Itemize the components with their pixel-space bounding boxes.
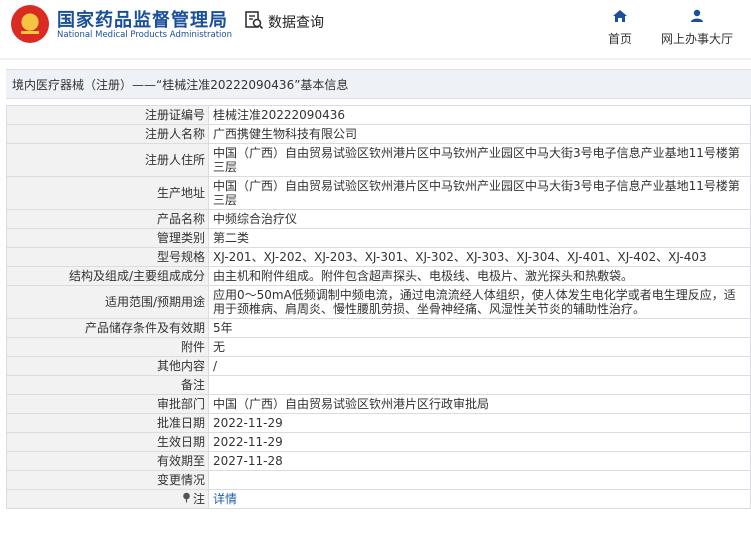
table-row: 产品储存条件及有效期 5年 [6,318,751,338]
table-row: 注册人住所 中国（广西）自由贸易试验区钦州港片区中马钦州产业园区中马大街3号电子… [6,143,751,177]
detail-table: 注册证编号 桂械注准20222090436 注册人名称 广西携健生物科技有限公司… [6,105,751,509]
row-label: 结构及组成/主要组成成分 [6,266,209,286]
row-value: 应用0～50mA低频调制中频电流，通过电流流经人体组织，使人体发生电化学或者电生… [208,285,751,319]
record-title: 境内医疗器械（注册）——“桂械注准20222090436”基本信息 [12,77,349,92]
row-label: 型号规格 [6,247,209,267]
table-row: 注册证编号 桂械注准20222090436 [6,105,751,125]
nav-online-service[interactable]: 网上办事大厅 [652,8,742,47]
row-value [208,375,751,395]
row-label: 适用范围/预期用途 [6,285,209,319]
row-label: 管理类别 [6,228,209,248]
row-label: 批准日期 [6,413,209,433]
table-row: 审批部门 中国（广西）自由贸易试验区钦州港片区行政审批局 [6,394,751,414]
row-label: 附件 [6,337,209,357]
row-value: 中国（广西）自由贸易试验区钦州港片区中马钦州产业园区中马大街3号电子信息产业基地… [208,143,751,177]
row-label: 注册人住所 [6,143,209,177]
row-value: 中国（广西）自由贸易试验区钦州港片区中马钦州产业园区中马大街3号电子信息产业基地… [208,176,751,210]
row-label: 有效期至 [6,451,209,471]
table-row: 注册人名称 广西携健生物科技有限公司 [6,124,751,144]
note-label-text: 注 [192,492,205,506]
site-name-cn[interactable]: 国家药品监督管理局 [57,6,228,32]
table-row: 产品名称 中频综合治疗仪 [6,209,751,229]
row-label: 产品储存条件及有效期 [6,318,209,338]
header-divider [0,58,751,60]
table-row: 注 详情 [6,489,751,509]
row-label: 产品名称 [6,209,209,229]
data-query-label: 数据查询 [268,15,324,31]
row-value: 2022-11-29 [208,413,751,433]
data-query-link[interactable]: 数据查询 [244,11,324,33]
row-label: 审批部门 [6,394,209,414]
row-value: 桂械注准20222090436 [208,105,751,125]
table-row: 变更情况 [6,470,751,490]
nav-home-label: 首页 [607,32,632,46]
detail-table-container: 注册证编号 桂械注准20222090436 注册人名称 广西携健生物科技有限公司… [6,105,751,509]
row-value: 广西携健生物科技有限公司 [208,124,751,144]
user-icon [689,8,705,27]
table-row: 管理类别 第二类 [6,228,751,248]
row-value: XJ-201、XJ-202、XJ-203、XJ-301、XJ-302、XJ-30… [208,247,751,267]
note-label-wrap: 注 [182,492,205,506]
table-row: 附件 无 [6,337,751,357]
row-value: 无 [208,337,751,357]
row-value: 2022-11-29 [208,432,751,452]
table-row: 有效期至 2027-11-28 [6,451,751,471]
national-emblem-logo [11,5,49,43]
table-row: 生产地址 中国（广西）自由贸易试验区钦州港片区中马钦州产业园区中马大街3号电子信… [6,176,751,210]
row-value: 由主机和附件组成。附件包含超声探头、电极线、电极片、激光探头和热敷袋。 [208,266,751,286]
record-title-bar: 境内医疗器械（注册）——“桂械注准20222090436”基本信息 [6,69,751,99]
row-value: 详情 [208,489,751,509]
row-value: / [208,356,751,376]
row-label: 注册证编号 [6,105,209,125]
row-label: 生效日期 [6,432,209,452]
row-value: 5年 [208,318,751,338]
row-label: 备注 [6,375,209,395]
row-label: 变更情况 [6,470,209,490]
nav-online-service-label: 网上办事大厅 [660,32,733,46]
row-label: 注 [6,489,209,509]
table-row: 批准日期 2022-11-29 [6,413,751,433]
details-link[interactable]: 详情 [213,492,237,506]
table-row: 型号规格 XJ-201、XJ-202、XJ-203、XJ-301、XJ-302、… [6,247,751,267]
row-label: 生产地址 [6,176,209,210]
site-name-en: National Medical Products Administration [57,30,232,40]
table-row: 生效日期 2022-11-29 [6,432,751,452]
row-value: 2027-11-28 [208,451,751,471]
pin-icon [182,492,191,506]
row-value: 第二类 [208,228,751,248]
table-row: 适用范围/预期用途 应用0～50mA低频调制中频电流，通过电流流经人体组织，使人… [6,285,751,319]
home-icon [612,8,628,27]
row-label: 注册人名称 [6,124,209,144]
site-header: 国家药品监督管理局 National Medical Products Admi… [0,0,751,62]
row-value [208,470,751,490]
table-row: 结构及组成/主要组成成分 由主机和附件组成。附件包含超声探头、电极线、电极片、激… [6,266,751,286]
row-value: 中频综合治疗仪 [208,209,751,229]
row-label: 其他内容 [6,356,209,376]
table-row: 其他内容 / [6,356,751,376]
row-value: 中国（广西）自由贸易试验区钦州港片区行政审批局 [208,394,751,414]
data-query-icon [244,10,264,34]
table-row: 备注 [6,375,751,395]
